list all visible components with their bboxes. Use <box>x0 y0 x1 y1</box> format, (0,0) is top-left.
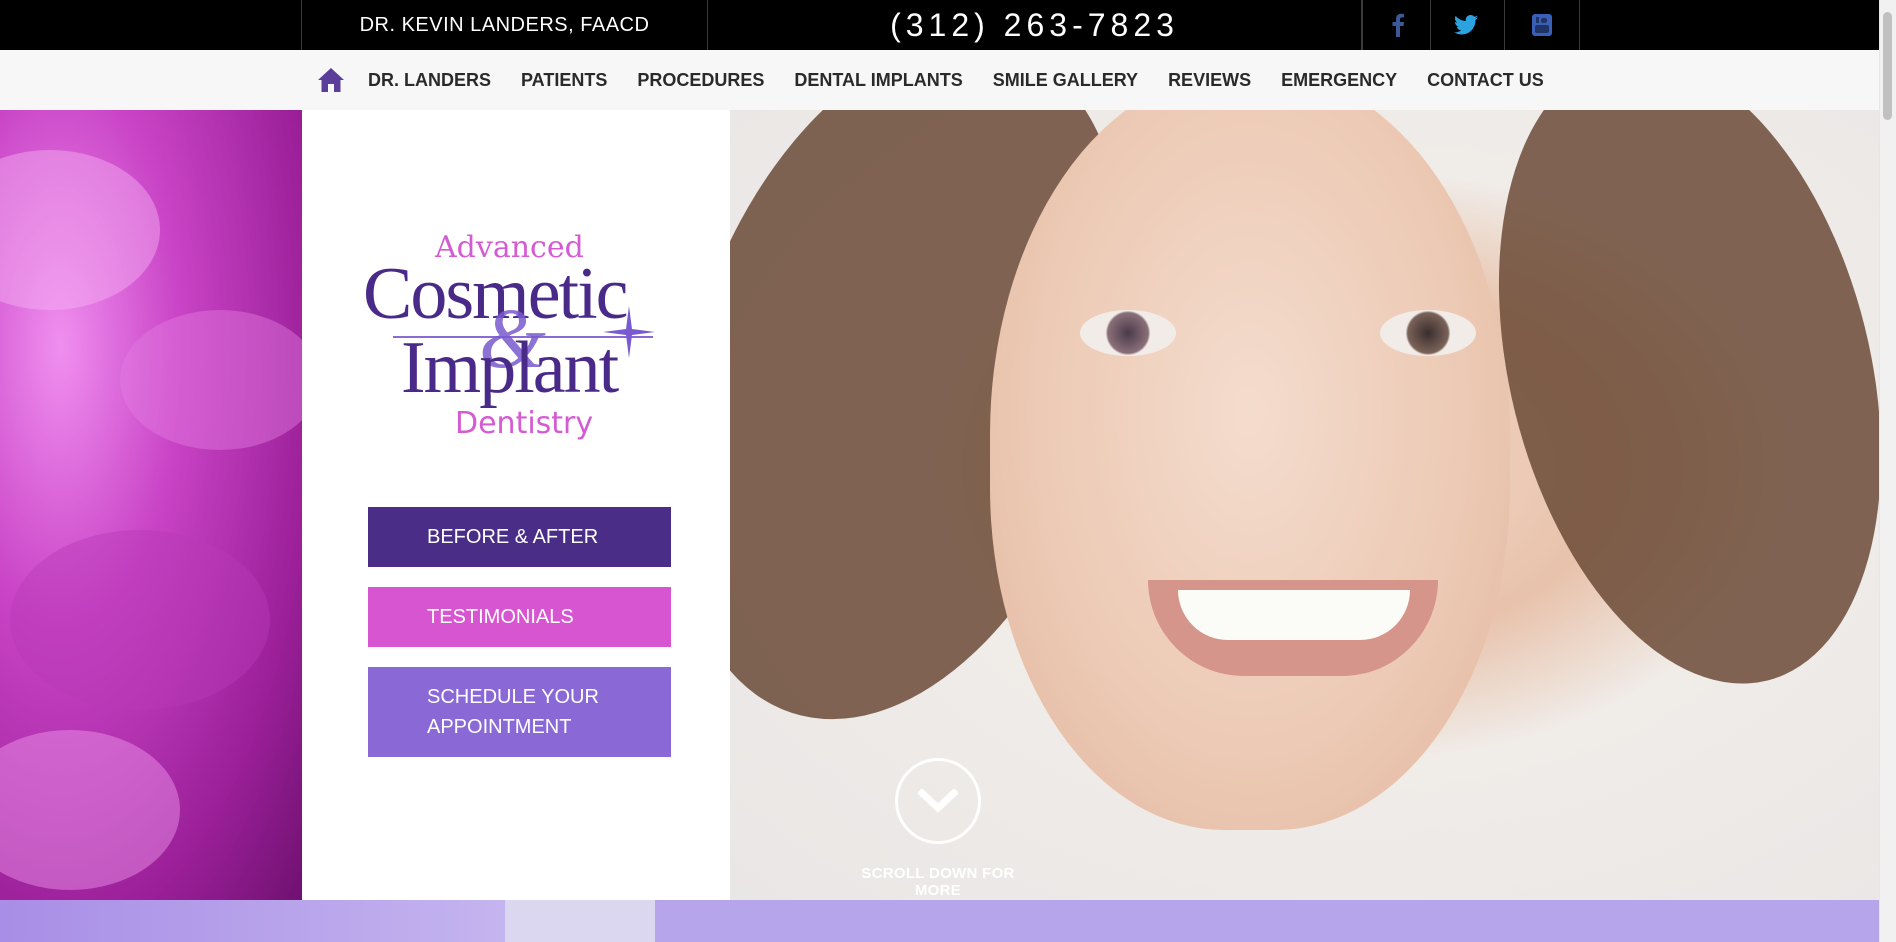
twitter-link[interactable] <box>1430 0 1500 50</box>
schedule-label-line1: SCHEDULE YOUR <box>427 686 599 708</box>
decorative-purple-background <box>0 110 302 900</box>
main-navigation: DR. LANDERS PATIENTS PROCEDURES DENTAL I… <box>0 50 1880 111</box>
home-icon[interactable] <box>316 65 346 95</box>
next-section-building <box>505 900 655 942</box>
nav-emergency[interactable]: EMERGENCY <box>1281 70 1397 91</box>
left-panel: Advanced Cosmetic & Implant Dentistry BE… <box>302 110 730 900</box>
hero-photo-left-eye <box>1080 310 1176 356</box>
schedule-label-line2: APPOINTMENT <box>427 716 572 738</box>
next-section-preview <box>0 900 1880 942</box>
youtube-link[interactable] <box>1504 0 1580 50</box>
nav-procedures[interactable]: PROCEDURES <box>637 70 764 91</box>
schedule-appointment-button[interactable]: SCHEDULE YOUR APPOINTMENT <box>368 667 671 757</box>
practice-logo[interactable]: Advanced Cosmetic & Implant Dentistry <box>363 230 673 450</box>
nav-patients[interactable]: PATIENTS <box>521 70 607 91</box>
logo-implant: Implant <box>401 327 619 409</box>
scrollbar-thumb[interactable] <box>1883 12 1892 120</box>
nav-dental-implants[interactable]: DENTAL IMPLANTS <box>794 70 962 91</box>
youtube-icon <box>1532 14 1552 36</box>
facebook-link[interactable] <box>1362 0 1432 50</box>
hero-photo-face <box>990 110 1510 830</box>
hero-photo-teeth <box>1178 590 1410 640</box>
page-scrollbar[interactable] <box>1879 0 1896 942</box>
nav-contact-us[interactable]: CONTACT US <box>1427 70 1544 91</box>
logo-dentistry: Dentistry <box>455 406 594 441</box>
before-after-button[interactable]: BEFORE & AFTER <box>368 507 671 567</box>
scroll-down-label: SCROLL DOWN FOR MORE <box>861 865 1015 899</box>
nav-smile-gallery[interactable]: SMILE GALLERY <box>993 70 1138 91</box>
testimonials-label: TESTIMONIALS <box>427 606 574 628</box>
hero-section: Advanced Cosmetic & Implant Dentistry BE… <box>0 110 1880 900</box>
nav-reviews[interactable]: REVIEWS <box>1168 70 1251 91</box>
phone-number[interactable]: (312) 263-7823 <box>707 0 1362 50</box>
chevron-down-icon <box>918 789 958 813</box>
next-section-left <box>0 900 505 942</box>
schedule-label: SCHEDULE YOUR APPOINTMENT <box>427 682 599 742</box>
scroll-down-button[interactable] <box>895 758 981 844</box>
top-bar: DR. KEVIN LANDERS, FAACD (312) 263-7823 <box>0 0 1880 50</box>
doctor-name: DR. KEVIN LANDERS, FAACD <box>301 0 707 50</box>
nav-menu: DR. LANDERS PATIENTS PROCEDURES DENTAL I… <box>316 50 1574 110</box>
testimonials-button[interactable]: TESTIMONIALS <box>368 587 671 647</box>
twitter-icon <box>1453 15 1478 35</box>
facebook-icon <box>1392 13 1404 37</box>
hero-photo-right-eye <box>1380 310 1476 356</box>
before-after-label: BEFORE & AFTER <box>427 526 599 548</box>
nav-dr-landers[interactable]: DR. LANDERS <box>368 70 491 91</box>
sparkle-icon <box>603 306 655 358</box>
